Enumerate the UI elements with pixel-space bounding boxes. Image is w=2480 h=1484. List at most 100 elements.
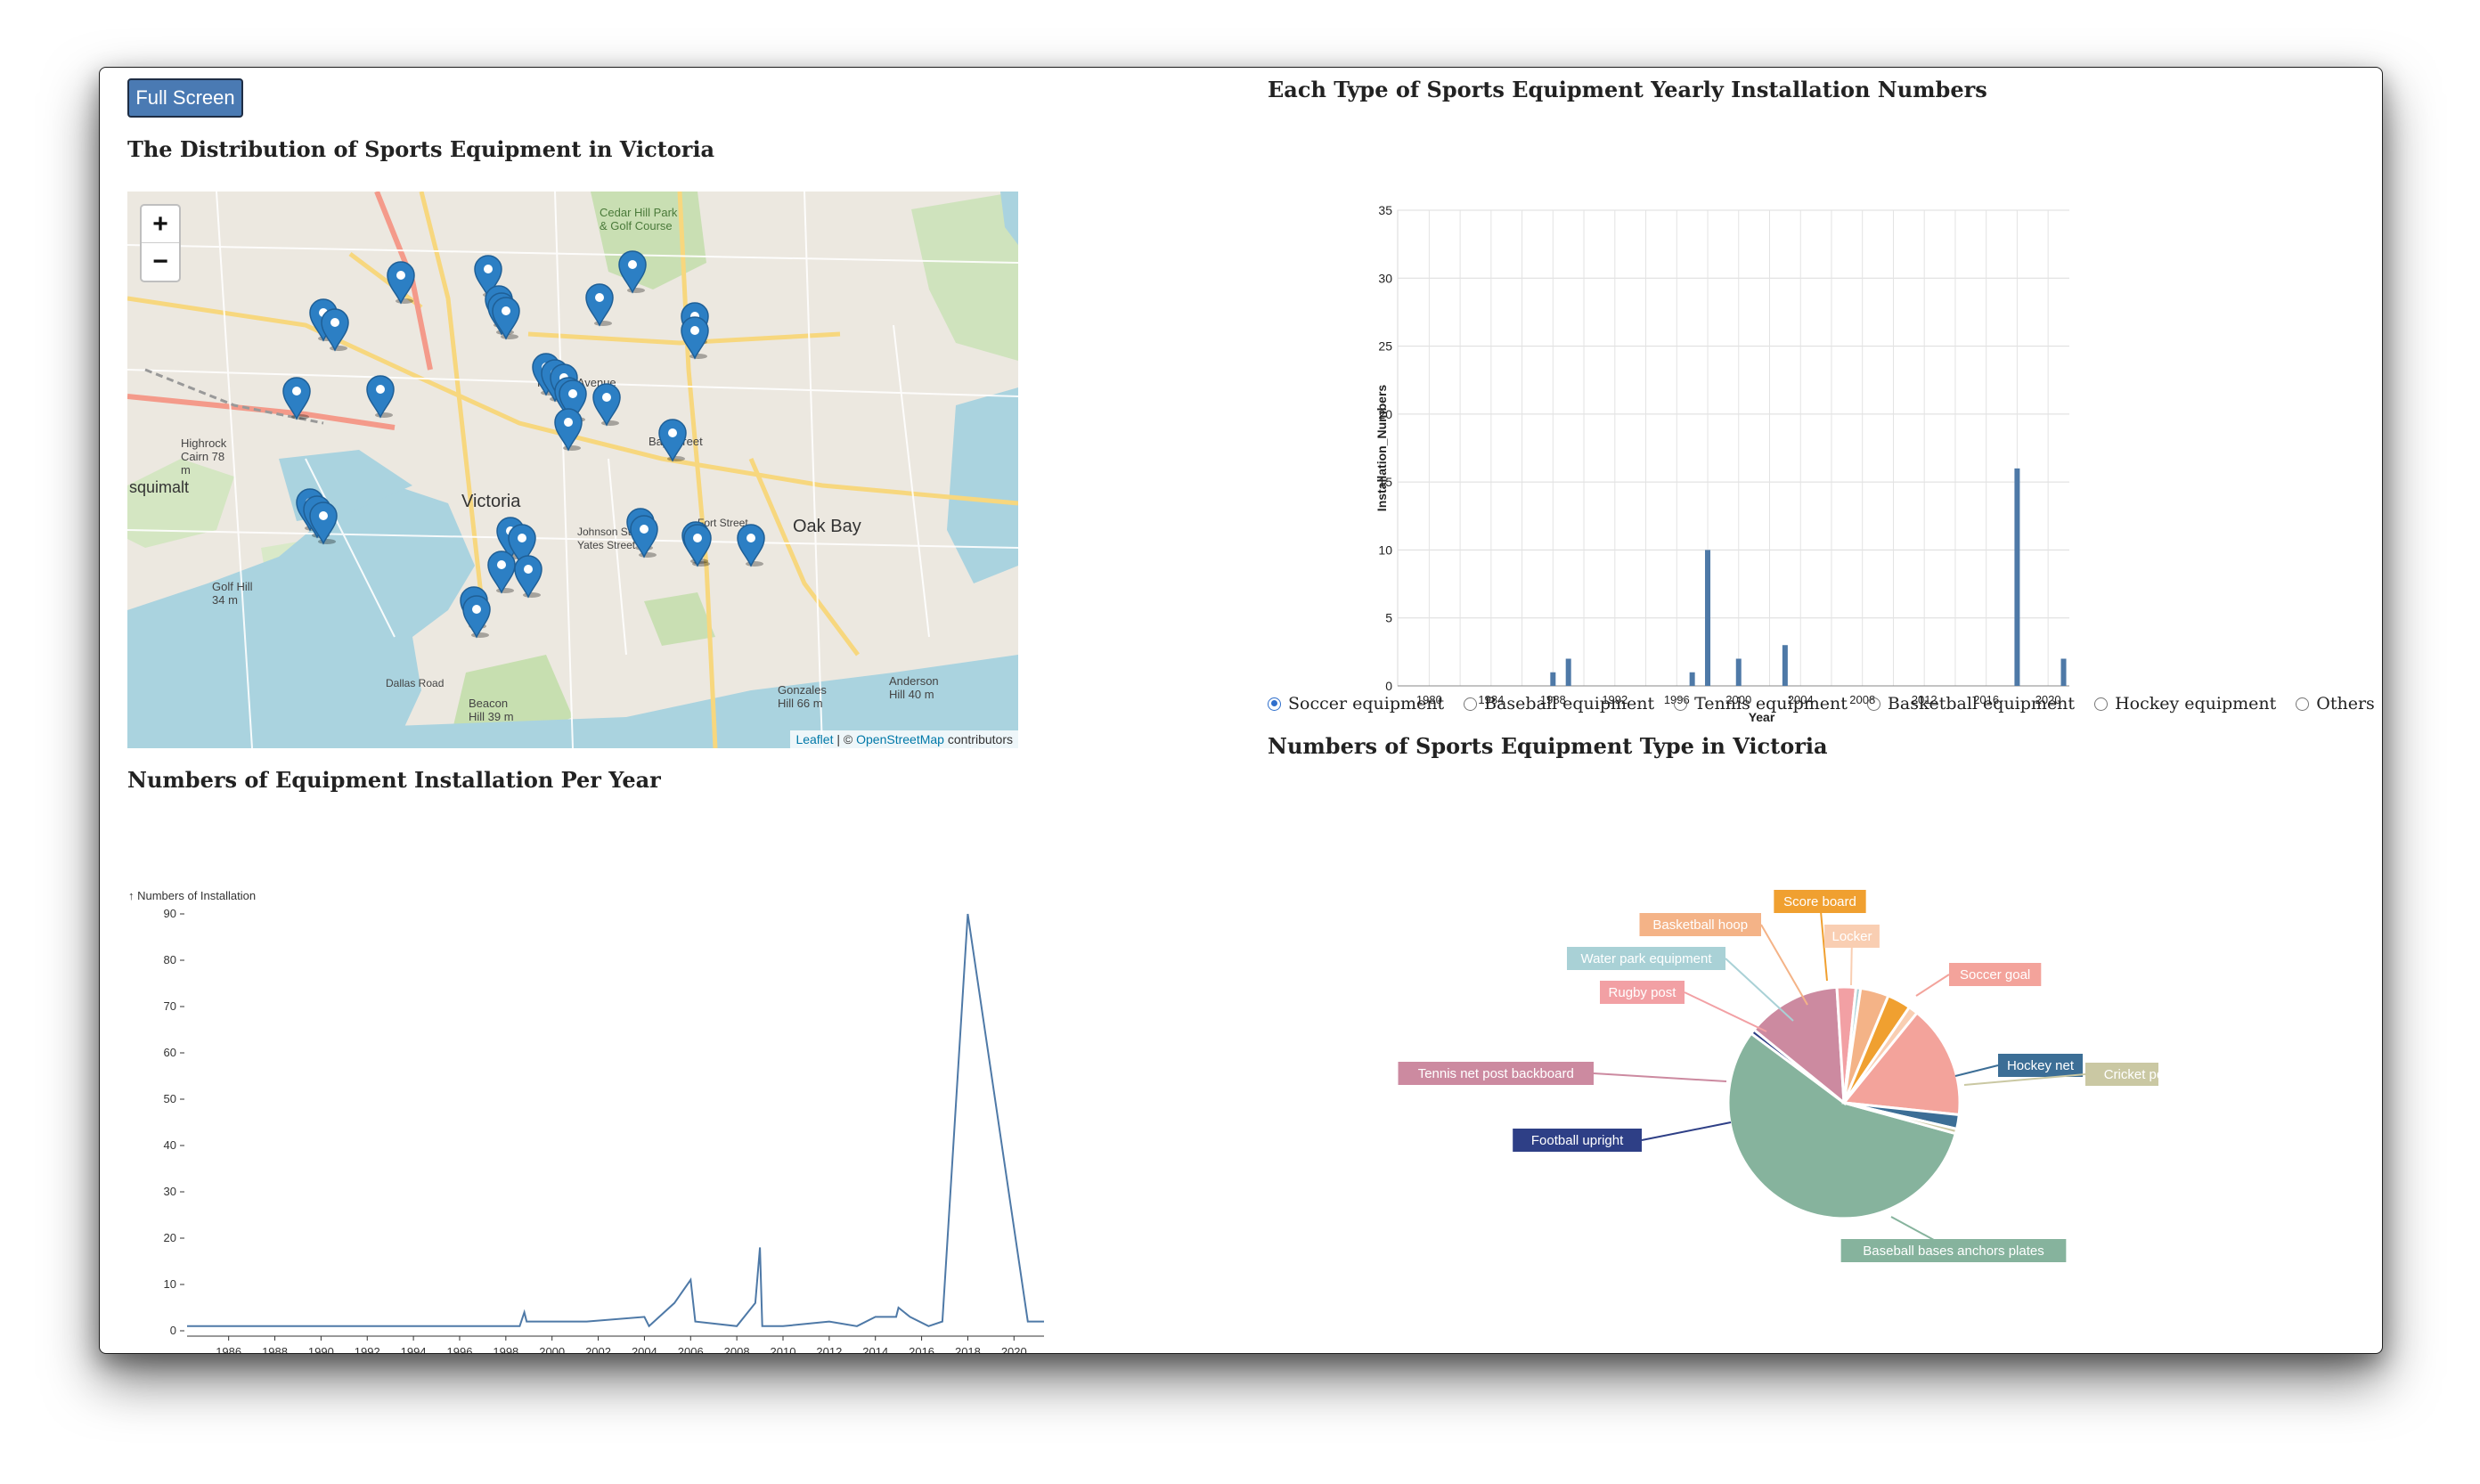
line-x-tick-label: 1998 (493, 1345, 518, 1354)
bar-2000 (1735, 658, 1742, 686)
radio-label: Baseball equipment (1484, 694, 1655, 713)
bar-2003 (1782, 645, 1788, 686)
line-x-tick-label: 1992 (355, 1345, 380, 1354)
pie-label-soccer-goal: Soccer goal (1960, 967, 2030, 983)
radio-soccer-equipment[interactable]: Soccer equipment (1268, 694, 1444, 713)
map-marker-icon[interactable] (386, 260, 416, 305)
radio-basketball-equipment[interactable]: Basketball equipment (1866, 694, 2076, 713)
bar-y-tick-label: 35 (1378, 203, 1392, 217)
line-x-tick-label: 1990 (308, 1345, 334, 1354)
pie-leader-line (1725, 958, 1794, 1022)
line-y-tick-label: 10 (164, 1277, 176, 1291)
line-x-tick-label: 2010 (771, 1345, 796, 1354)
radio-label: Basketball equipment (1887, 694, 2076, 713)
bar-y-axis-label: Installation_Numbers (1375, 385, 1389, 512)
equipment-type-radio-group: Soccer equipment Baseball equipment Tennis… (1268, 690, 2382, 717)
map-marker-icon[interactable] (513, 554, 543, 599)
line-y-tick-label: 90 (164, 907, 176, 920)
map-label-beacon-hill: Beacon Hill 39 m (469, 697, 514, 723)
map-label-esquimalt: squimalt (129, 478, 190, 496)
map-marker-icon[interactable] (365, 374, 396, 419)
line-y-tick-label: 30 (164, 1185, 176, 1198)
bar-plot-area (1397, 209, 2069, 687)
map-label-victoria: Victoria (461, 492, 521, 511)
radio-circle-icon[interactable] (1866, 697, 1880, 711)
line-y-tick-label: 40 (164, 1138, 176, 1152)
map-label-highrock: Highrock Cairn 78 m (181, 436, 227, 477)
bar-y-tick-label: 5 (1385, 611, 1392, 625)
line-x-tick-label: 2020 (1001, 1345, 1027, 1354)
full-screen-button[interactable]: Full Screen (127, 78, 243, 118)
pie-leader-line (1915, 974, 1950, 997)
line-y-tick-label: 60 (164, 1046, 176, 1059)
radio-circle-icon[interactable] (1674, 697, 1688, 711)
bar-2021 (2060, 658, 2067, 686)
map-label-dallas: Dallas Road (386, 677, 445, 689)
line-x-tick-label: 1986 (216, 1345, 241, 1354)
line-x-tick-label: 2014 (862, 1345, 888, 1354)
map-marker-icon[interactable] (657, 418, 688, 462)
bar-1998 (1705, 550, 1711, 686)
map-marker-icon[interactable] (491, 296, 521, 340)
map-marker-icon[interactable] (629, 514, 659, 559)
radio-label: Soccer equipment (1288, 694, 1445, 713)
radio-baseball-equipment[interactable]: Baseball equipment (1464, 694, 1654, 713)
bar-y-tick-label: 10 (1378, 542, 1392, 557)
bar-chart-title: Each Type of Sports Equipment Yearly Ins… (1268, 77, 1987, 102)
line-y-axis-label: ↑ Numbers of Installation (128, 889, 256, 902)
bar-y-tick-label: 30 (1378, 271, 1392, 285)
line-chart: ↑ Numbers of Installation 0 10 20 30 40 50 60 70… (128, 889, 1044, 1354)
bar-chart: 051015202530351980 1984 1988 1992 1996 2000 20… (1375, 203, 2069, 724)
map-attribution: Leaflet | © OpenStreetMap contributors (790, 730, 1018, 748)
radio-circle-icon[interactable] (2296, 697, 2310, 711)
map-marker-icon[interactable] (281, 376, 312, 420)
pie-label-hockey-net: Hockey net (2007, 1058, 2075, 1073)
map-marker-icon[interactable] (461, 594, 492, 639)
radio-circle-icon[interactable] (1268, 697, 1281, 711)
radio-hockey-equipment[interactable]: Hockey equipment (2094, 694, 2276, 713)
map-view[interactable]: Victoria Oak Bay squimalt Highrock Cairn… (127, 192, 1018, 748)
line-x-tick-label: 2018 (955, 1345, 981, 1354)
pie-leader-line (1760, 924, 1808, 1006)
zoom-in-button[interactable]: + (142, 206, 179, 243)
map-label-oak-bay: Oak Bay (793, 517, 861, 536)
zoom-control: + − (140, 204, 181, 282)
bar-y-tick-label: 25 (1378, 339, 1392, 354)
pie-label-water-park-equipment: Water park equipment (1580, 951, 1712, 966)
line-x-tick-label: 1996 (447, 1345, 473, 1354)
map-marker-icon[interactable] (736, 523, 766, 567)
line-series-installations (187, 913, 1044, 1328)
pie-leader-line (1593, 1072, 1727, 1082)
radio-label: Tennis equipment (1694, 694, 1848, 713)
line-y-tick-label: 80 (164, 953, 176, 966)
radio-circle-icon[interactable] (1464, 697, 1478, 711)
pie-chart-title: Numbers of Sports Equipment Type in Vict… (1268, 733, 1828, 759)
map-marker-icon[interactable] (584, 282, 615, 327)
pie-label-basketball-hoop: Basketball hoop (1652, 917, 1748, 933)
map-marker-icon[interactable] (617, 249, 648, 294)
map-marker-icon[interactable] (682, 523, 713, 567)
map-marker-icon[interactable] (680, 315, 710, 360)
pie-label-football-upright: Football upright (1531, 1133, 1624, 1148)
map-marker-icon[interactable] (308, 501, 339, 545)
radio-tennis-equipment[interactable]: Tennis equipment (1674, 694, 1848, 713)
map-marker-icon[interactable] (320, 307, 350, 352)
map-marker-icon[interactable] (591, 382, 622, 427)
app-window: Full Screen The Distribution of Sports E… (99, 67, 2383, 1354)
map-marker-icon[interactable] (486, 550, 517, 594)
attribution-tail: contributors (943, 732, 1013, 746)
line-y-tick-label: 50 (164, 1092, 176, 1105)
leaflet-link[interactable]: Leaflet (795, 732, 833, 746)
line-x-tick-label: 2002 (585, 1345, 611, 1354)
line-y-tick-label: 0 (170, 1324, 176, 1337)
pie-label-locker: Locker (1831, 929, 1872, 944)
zoom-out-button[interactable]: − (142, 243, 179, 280)
radio-others[interactable]: Others (2296, 694, 2375, 713)
map-marker-icon[interactable] (553, 407, 583, 452)
osm-link[interactable]: OpenStreetMap (856, 732, 944, 746)
radio-circle-icon[interactable] (2094, 697, 2109, 711)
pie-leader-line (1641, 1121, 1732, 1141)
attribution-separator: | © (833, 732, 857, 746)
map-label-gonzales: Gonzales Hill 66 m (778, 683, 827, 710)
pie-label-cricket-poles-net: Cricket poles net (2104, 1067, 2158, 1082)
